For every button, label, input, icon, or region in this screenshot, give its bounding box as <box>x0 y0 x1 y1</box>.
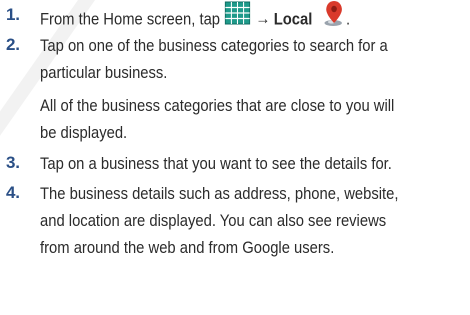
apps-grid-icon <box>224 1 250 33</box>
step-note: All of the business categories that are … <box>40 96 395 115</box>
step-text: Tap on one of the business categories to… <box>40 36 388 55</box>
step-number: 1. <box>6 5 20 24</box>
step-number: 2. <box>6 35 20 54</box>
step-note: be displayed. <box>40 123 128 142</box>
step-text: particular business. <box>40 63 168 82</box>
step-text: The business details such as address, ph… <box>40 184 399 203</box>
step-text: From the Home screen, tap <box>40 9 225 29</box>
step-text: and location are displayed. You can also… <box>40 211 387 230</box>
step-text-end: . <box>346 9 351 29</box>
arrow-glyph: → <box>255 9 271 29</box>
step-number: 4. <box>6 183 20 202</box>
step-text: from around the web and from Google user… <box>40 238 335 257</box>
step-text: Tap on a business that you want to see t… <box>40 154 392 173</box>
local-label: Local <box>273 9 313 29</box>
local-map-pin-icon <box>322 0 346 35</box>
step-number: 3. <box>6 153 20 172</box>
